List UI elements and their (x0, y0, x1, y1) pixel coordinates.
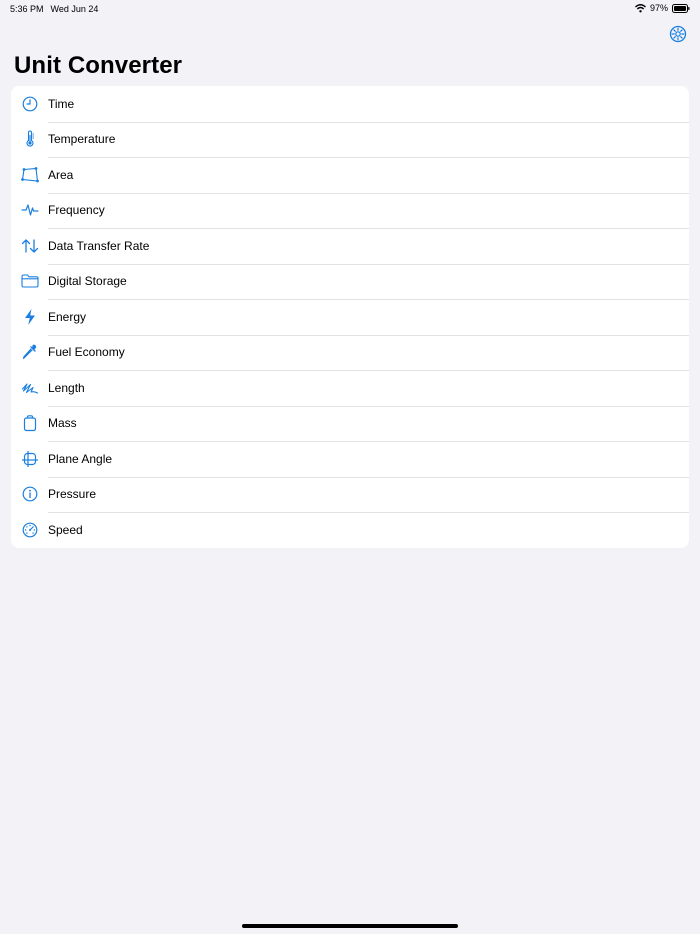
category-label: Data Transfer Rate (48, 238, 150, 253)
battery-icon (672, 3, 690, 13)
clock-icon (20, 94, 40, 114)
category-row-area[interactable]: Area (11, 157, 689, 193)
grid-angle-icon (20, 449, 40, 469)
folder-icon (20, 271, 40, 291)
category-label: Area (48, 167, 74, 182)
status-left: 5:36 PM Wed Jun 24 (10, 4, 98, 14)
category-row-frequency[interactable]: Frequency (11, 192, 689, 229)
status-right: 97% (635, 3, 690, 13)
thermometer-icon (20, 129, 40, 149)
category-label: Speed (48, 522, 83, 537)
arrows-up-down-icon (20, 236, 40, 256)
category-label: Time (48, 96, 75, 111)
category-row-time[interactable]: Time (11, 86, 689, 122)
category-label: Energy (48, 309, 87, 324)
waveform-icon (20, 200, 40, 220)
category-label: Length (48, 380, 85, 395)
home-indicator[interactable] (242, 924, 458, 928)
status-bar: 5:36 PM Wed Jun 24 97% (0, 0, 700, 18)
category-label: Plane Angle (48, 451, 113, 466)
category-label: Temperature (48, 132, 116, 147)
category-label: Pressure (48, 487, 97, 502)
category-row-pressure[interactable]: Pressure (11, 476, 689, 513)
eyedropper-icon (20, 342, 40, 362)
category-row-mass[interactable]: Mass (11, 405, 689, 442)
category-label: Mass (48, 416, 77, 431)
wifi-icon (635, 3, 646, 13)
category-row-digital-storage[interactable]: Digital Storage (11, 263, 689, 300)
scribble-icon (20, 378, 40, 398)
speedometer-icon (20, 520, 40, 540)
gauge-icon (20, 484, 40, 504)
category-row-data-transfer-rate[interactable]: Data Transfer Rate (11, 228, 689, 264)
category-row-plane-angle[interactable]: Plane Angle (11, 441, 689, 477)
category-list: Time Temperature Area Frequency Data Tra… (11, 86, 689, 548)
bag-icon (20, 413, 40, 433)
category-row-speed[interactable]: Speed (11, 512, 689, 548)
lightning-icon (20, 307, 40, 327)
category-label: Digital Storage (48, 274, 127, 289)
battery-percent: 97% (649, 3, 668, 13)
polygon-icon (20, 165, 40, 185)
page-title: Unit Converter (14, 52, 183, 79)
category-label: Frequency (48, 203, 105, 218)
gear-icon (669, 25, 687, 47)
category-label: Fuel Economy (48, 345, 125, 360)
category-row-fuel-economy[interactable]: Fuel Economy (11, 334, 689, 371)
category-row-energy[interactable]: Energy (11, 299, 689, 335)
settings-button[interactable] (669, 25, 687, 43)
status-time: 5:36 PM (10, 4, 44, 14)
category-row-temperature[interactable]: Temperature (11, 121, 689, 158)
category-row-length[interactable]: Length (11, 370, 689, 406)
status-date: Wed Jun 24 (50, 4, 99, 14)
